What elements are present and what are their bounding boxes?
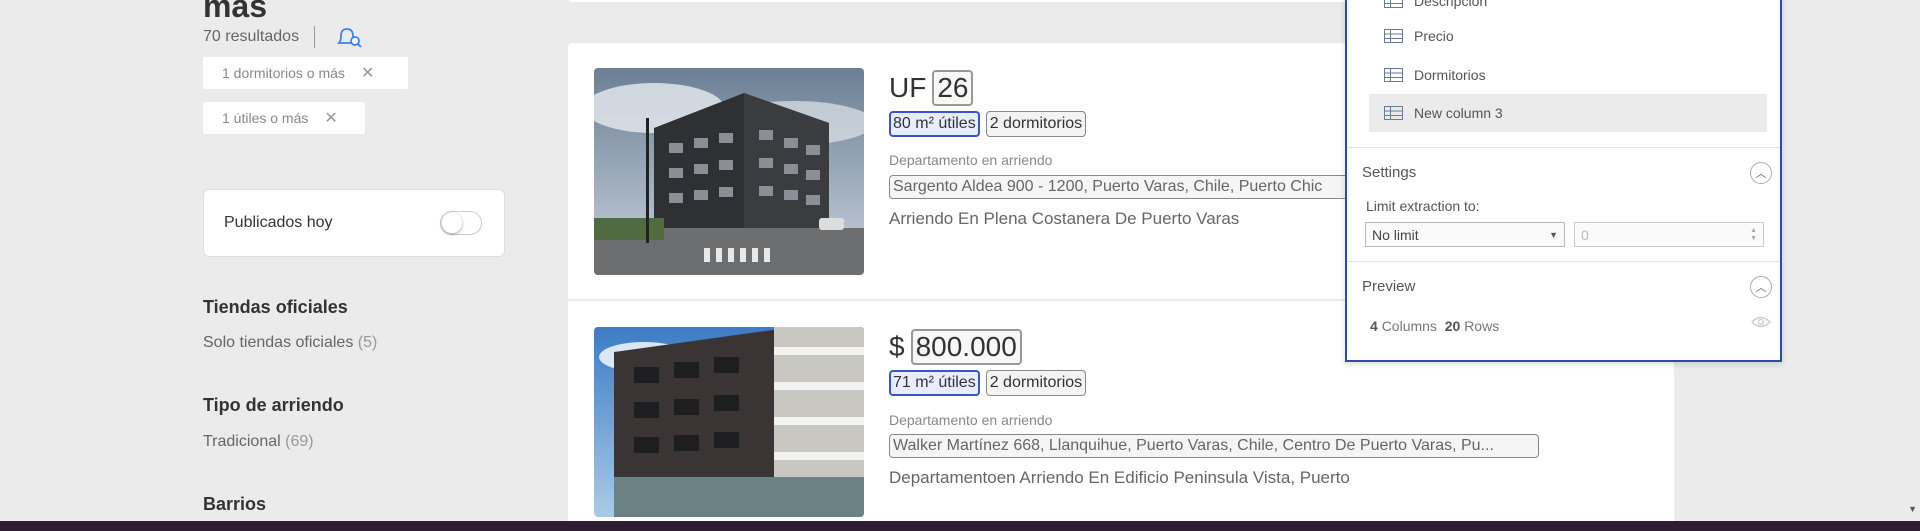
scroll-down-arrow-icon[interactable]: ▼ — [1908, 504, 1917, 514]
limit-select[interactable]: No limit ▼ — [1365, 222, 1565, 247]
section-title-official-stores: Tiendas oficiales — [203, 297, 348, 317]
section-title-neighborhoods: Barrios — [203, 494, 267, 514]
column-label: Descripcion — [1414, 0, 1488, 9]
column-label: Dormitorios — [1414, 67, 1486, 83]
price-currency: $ — [889, 331, 905, 362]
rows-count: 20 — [1444, 318, 1461, 334]
rows-label: Rows — [1464, 318, 1500, 334]
filter-chip-bedrooms: 1 dormitorios o más ✕ — [203, 57, 408, 89]
area-attribute: 80 m² útiles — [889, 111, 980, 137]
filter-chip-area: 1 útiles o más ✕ — [203, 102, 365, 134]
limit-number-value: 0 — [1581, 226, 1589, 243]
limit-number-input[interactable]: 0 ▲ ▼ — [1574, 222, 1764, 247]
results-count: 70 resultados — [203, 28, 300, 45]
filter-label: Tradicional — [203, 433, 281, 450]
preview-title: Preview — [1362, 278, 1416, 295]
listing-title[interactable]: Arriendo En Plena Costanera De Puerto Va… — [889, 209, 1239, 229]
price-currency: UF — [889, 72, 927, 103]
property-type: Departamento en arriendo — [889, 152, 1053, 168]
columns-count: 4 — [1370, 318, 1378, 334]
filter-label: Solo tiendas oficiales — [203, 334, 354, 351]
filter-count: (5) — [357, 334, 378, 351]
divider — [1347, 261, 1780, 262]
column-label: Precio — [1414, 28, 1454, 44]
filter-link-traditional[interactable]: Tradicional (69) — [203, 433, 314, 451]
extraction-panel: Descripcion Precio Dormitorios New colum… — [1345, 0, 1782, 362]
listing-attributes: 80 m² útiles 2 dormitorios — [889, 111, 1087, 137]
section-title-rent-type: Tipo de arriendo — [203, 395, 344, 415]
price: UF 26 — [889, 70, 974, 106]
collapse-settings-icon[interactable]: ︿ — [1750, 162, 1772, 184]
column-icon — [1384, 29, 1403, 43]
column-item-new-column-3[interactable]: New column 3 — [1369, 94, 1767, 132]
dropdown-caret-icon: ▼ — [1549, 229, 1558, 240]
settings-title: Settings — [1362, 164, 1417, 181]
column-item-precio[interactable]: Precio — [1369, 17, 1767, 55]
filter-link-official-stores[interactable]: Solo tiendas oficiales (5) — [203, 334, 377, 352]
preview-stats: 4 Columns 20 Rows — [1370, 318, 1499, 334]
column-icon — [1384, 106, 1403, 120]
remove-filter-icon[interactable]: ✕ — [324, 108, 337, 128]
column-icon — [1384, 68, 1403, 82]
chip-label: 1 dormitorios o más — [222, 65, 345, 81]
results-row: 70 resultados — [203, 26, 363, 48]
bottom-bar — [0, 521, 1920, 531]
number-stepper[interactable]: ▲ ▼ — [1750, 227, 1757, 243]
toggle-label: Publicados hoy — [224, 214, 333, 231]
area-attribute: 71 m² útiles — [889, 370, 980, 396]
listing-photo[interactable] — [594, 327, 864, 517]
filter-count: (69) — [285, 433, 314, 450]
columns-label: Columns — [1381, 318, 1437, 334]
listing-address: Sargento Aldea 900 - 1200, Puerto Varas,… — [889, 175, 1359, 199]
listing-attributes: 71 m² útiles 2 dormitorios — [889, 370, 1087, 396]
eye-icon[interactable] — [1751, 315, 1771, 329]
bedrooms-attribute: 2 dormitorios — [985, 370, 1087, 396]
divider — [314, 26, 316, 48]
remove-filter-icon[interactable]: ✕ — [361, 63, 374, 83]
save-search-icon[interactable] — [335, 26, 363, 48]
collapse-preview-icon[interactable]: ︿ — [1750, 276, 1772, 298]
column-icon — [1384, 0, 1403, 8]
price-value: 26 — [932, 70, 974, 106]
price: $ 800.000 — [889, 329, 1022, 365]
published-today-toggle[interactable] — [440, 211, 482, 235]
listing-address: Walker Martínez 668, Llanquihue, Puerto … — [889, 434, 1539, 458]
price-value: 800.000 — [910, 329, 1022, 365]
page-title: más — [203, 0, 268, 24]
property-type: Departamento en arriendo — [889, 412, 1053, 428]
limit-label: Limit extraction to: — [1366, 198, 1480, 214]
limit-select-value: No limit — [1372, 226, 1419, 243]
column-label: New column 3 — [1414, 105, 1503, 121]
chip-label: 1 útiles o más — [222, 110, 309, 126]
listing-photo[interactable] — [594, 68, 864, 275]
divider — [1347, 147, 1780, 148]
column-item-dormitorios[interactable]: Dormitorios — [1369, 56, 1767, 94]
listing-title[interactable]: Departamentoen Arriendo En Edificio Peni… — [889, 468, 1350, 488]
published-today-card: Publicados hoy — [203, 189, 505, 257]
bedrooms-attribute: 2 dormitorios — [985, 111, 1087, 137]
